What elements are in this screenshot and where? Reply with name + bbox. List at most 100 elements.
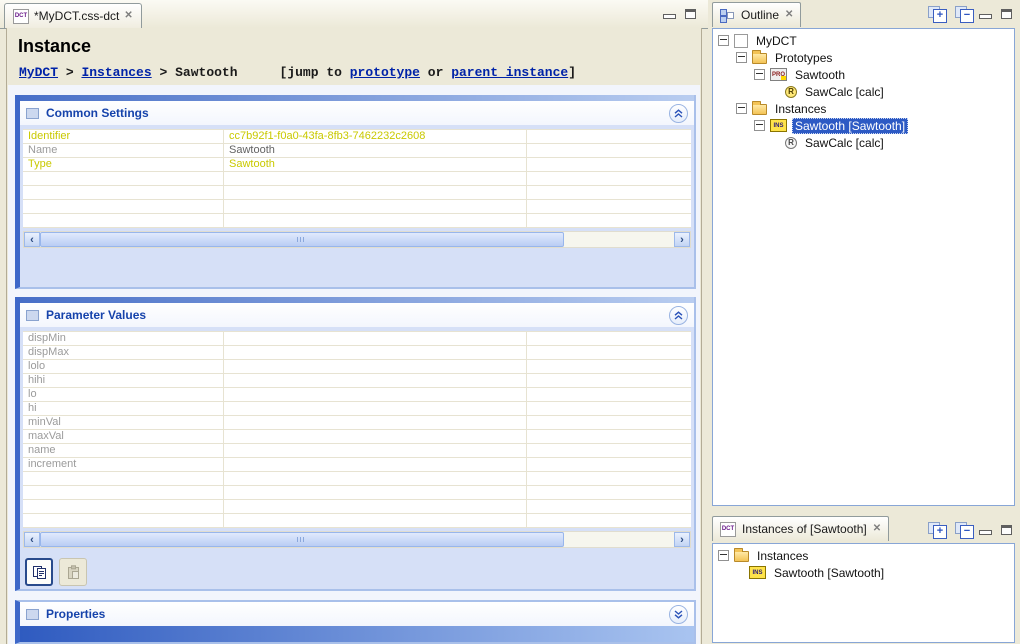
tree-item-instance-sawtooth[interactable]: INS Sawtooth [Sawtooth] (713, 564, 1014, 581)
expand-all-button[interactable]: + (928, 522, 947, 539)
plus-icon: + (933, 525, 947, 539)
scrollbar-track[interactable] (564, 232, 674, 247)
minus-icon: − (960, 9, 974, 23)
paste-button[interactable] (59, 558, 87, 586)
editor-maximize-button[interactable] (685, 9, 696, 19)
table-row-empty (23, 172, 691, 186)
instances-of-view: DCT Instances of [Sawtooth] ✕ + − Instan… (710, 514, 1020, 644)
table-row-empty (23, 214, 691, 228)
horizontal-scrollbar: ‹ › (23, 231, 691, 248)
record-icon: R (785, 86, 797, 98)
scroll-right-button[interactable]: › (674, 232, 690, 247)
instances-of-tree: Instances INS Sawtooth [Sawtooth] (712, 543, 1015, 643)
editor-tab-mydct[interactable]: DCT *MyDCT.css-dct ✕ (4, 3, 142, 28)
scroll-left-button[interactable]: ‹ (24, 232, 40, 247)
tree-item-instances[interactable]: Instances (713, 547, 1014, 564)
param-value[interactable] (224, 416, 527, 429)
collapse-toggle[interactable] (718, 550, 729, 561)
collapse-toggle[interactable] (754, 69, 765, 80)
collapse-toggle[interactable] (754, 120, 765, 131)
field-value[interactable]: Sawtooth (224, 144, 527, 157)
tree-item-prototype-sawtooth[interactable]: PRO Sawtooth (713, 66, 1014, 83)
param-value[interactable] (224, 402, 527, 415)
scroll-right-button[interactable]: › (674, 532, 690, 547)
copy-icon (32, 565, 47, 580)
editor-tab-label: *MyDCT.css-dct (34, 9, 119, 23)
param-label: increment (23, 458, 224, 471)
collapse-toggle[interactable] (736, 52, 747, 63)
tree-item-mydct[interactable]: MyDCT (713, 32, 1014, 49)
outline-maximize-button[interactable] (1001, 9, 1012, 19)
param-value[interactable] (224, 332, 527, 345)
collapse-toggle[interactable] (718, 35, 729, 46)
properties-title: Properties (46, 607, 662, 621)
param-value[interactable] (224, 444, 527, 457)
editor-tab-close-icon[interactable]: ✕ (124, 11, 132, 21)
copy-button[interactable] (25, 558, 53, 586)
field-extra[interactable] (527, 130, 691, 143)
breadcrumb-link-mydct[interactable]: MyDCT (19, 65, 58, 80)
tree-item-instances[interactable]: Instances (713, 100, 1014, 117)
param-value[interactable] (224, 388, 527, 401)
tree-item-instance-sawcalc[interactable]: R SawCalc [calc] (713, 134, 1014, 151)
expand-all-button[interactable]: + (928, 6, 947, 23)
scrollbar-thumb[interactable] (40, 232, 564, 247)
param-value[interactable] (224, 346, 527, 359)
param-label: dispMin (23, 332, 224, 345)
editor-minimize-button[interactable] (663, 14, 676, 19)
table-row: Type Sawtooth (23, 158, 691, 172)
outline-minimize-button[interactable] (979, 14, 992, 19)
param-label: lolo (23, 360, 224, 373)
field-extra[interactable] (527, 144, 691, 157)
editor-tab-bar: DCT *MyDCT.css-dct ✕ (0, 0, 708, 29)
param-label: hihi (23, 374, 224, 387)
param-label: maxVal (23, 430, 224, 443)
scroll-left-button[interactable]: ‹ (24, 532, 40, 547)
tree-item-label: Sawtooth [Sawtooth] (771, 565, 887, 581)
table-row-empty (23, 486, 691, 500)
parameter-values-table: dispMin dispMax lolo hihi lo hi minVal m… (23, 331, 691, 528)
breadcrumb-link-instances[interactable]: Instances (81, 65, 151, 80)
tree-item-label: SawCalc [calc] (802, 84, 887, 100)
field-extra[interactable] (527, 158, 691, 171)
outline-tree: MyDCT Prototypes PRO Sawtooth R SawCalc … (712, 28, 1015, 506)
table-row-empty (23, 472, 691, 486)
tree-item-prototype-sawcalc[interactable]: R SawCalc [calc] (713, 83, 1014, 100)
common-settings-table: Identifier cc7b92f1-f0a0-43fa-8fb3-74622… (23, 129, 691, 228)
outline-close-icon[interactable]: ✕ (785, 10, 793, 20)
param-value[interactable] (224, 458, 527, 471)
scrollbar-track[interactable] (564, 532, 674, 547)
field-value[interactable]: cc7b92f1-f0a0-43fa-8fb3-7462232c2608 (224, 130, 527, 143)
plus-icon: + (933, 9, 947, 23)
prototype-icon: PRO (770, 68, 787, 81)
jump-text-close: ] (568, 65, 576, 80)
param-value[interactable] (224, 360, 527, 373)
outline-view-tab[interactable]: Outline ✕ (712, 2, 801, 27)
expand-properties-button[interactable] (669, 605, 688, 624)
minus-icon: − (960, 525, 974, 539)
editor-body: Instance MyDCT > Instances > Sawtooth[ju… (6, 28, 702, 644)
instances-of-minimize-button[interactable] (979, 530, 992, 535)
collapse-toggle[interactable] (736, 103, 747, 114)
section-icon (26, 310, 39, 321)
field-value[interactable]: Sawtooth (224, 158, 527, 171)
tree-item-instance-sawtooth[interactable]: INS Sawtooth [Sawtooth] (713, 117, 1014, 134)
common-settings-title: Common Settings (46, 106, 662, 120)
tree-item-prototypes[interactable]: Prototypes (713, 49, 1014, 66)
tree-item-label: MyDCT (753, 33, 800, 49)
chevron-down-icon (674, 610, 683, 619)
record-icon: R (785, 137, 797, 149)
instances-of-view-tab[interactable]: DCT Instances of [Sawtooth] ✕ (712, 516, 889, 541)
jump-to-parent-instance-link[interactable]: parent instance (451, 65, 568, 80)
collapse-all-button[interactable]: − (955, 6, 974, 23)
instances-of-maximize-button[interactable] (1001, 525, 1012, 535)
param-value[interactable] (224, 430, 527, 443)
scrollbar-thumb[interactable] (40, 532, 564, 547)
param-value[interactable] (224, 374, 527, 387)
collapse-parameter-values-button[interactable] (669, 306, 688, 325)
jump-to-prototype-link[interactable]: prototype (350, 65, 420, 80)
tree-item-label-selected: Sawtooth [Sawtooth] (792, 118, 908, 134)
collapse-common-settings-button[interactable] (669, 104, 688, 123)
collapse-all-button[interactable]: − (955, 522, 974, 539)
instances-of-close-icon[interactable]: ✕ (873, 524, 881, 534)
